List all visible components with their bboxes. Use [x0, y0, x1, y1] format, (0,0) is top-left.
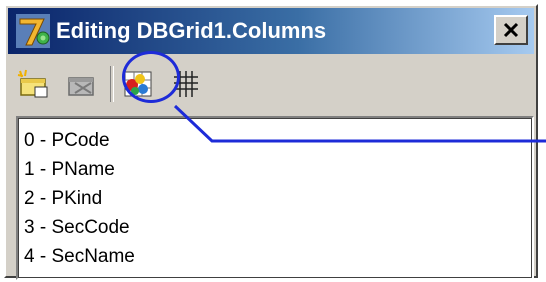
add-new-icon — [17, 69, 48, 98]
delete-icon — [68, 77, 94, 96]
window-title: Editing DBGrid1.Columns — [56, 18, 327, 43]
list-item[interactable]: 2 - PKind — [24, 184, 532, 213]
title-bar[interactable]: Editing DBGrid1.Columns — [8, 8, 534, 54]
list-item[interactable]: 4 - SecName — [24, 242, 532, 271]
add-all-fields-icon — [124, 71, 152, 97]
close-icon — [503, 22, 519, 38]
add-all-fields-button[interactable] — [118, 64, 158, 104]
toolbar-separator — [110, 66, 114, 102]
list-item[interactable]: 0 - PCode — [24, 126, 532, 155]
add-new-button[interactable] — [14, 64, 54, 104]
close-button[interactable] — [494, 15, 528, 45]
app-icon — [16, 14, 50, 48]
columns-editor-window: Editing DBGrid1.Columns 0 - PCode 1 - PN… — [4, 4, 538, 280]
columns-listbox[interactable]: 0 - PCode 1 - PName 2 - PKind 3 - SecCod… — [16, 116, 534, 280]
list-item[interactable]: 3 - SecCode — [24, 213, 532, 242]
restore-defaults-icon — [174, 71, 198, 97]
delete-button[interactable] — [62, 64, 102, 104]
restore-defaults-button[interactable] — [166, 64, 206, 104]
toolbar — [14, 62, 528, 106]
list-item[interactable]: 1 - PName — [24, 155, 532, 184]
